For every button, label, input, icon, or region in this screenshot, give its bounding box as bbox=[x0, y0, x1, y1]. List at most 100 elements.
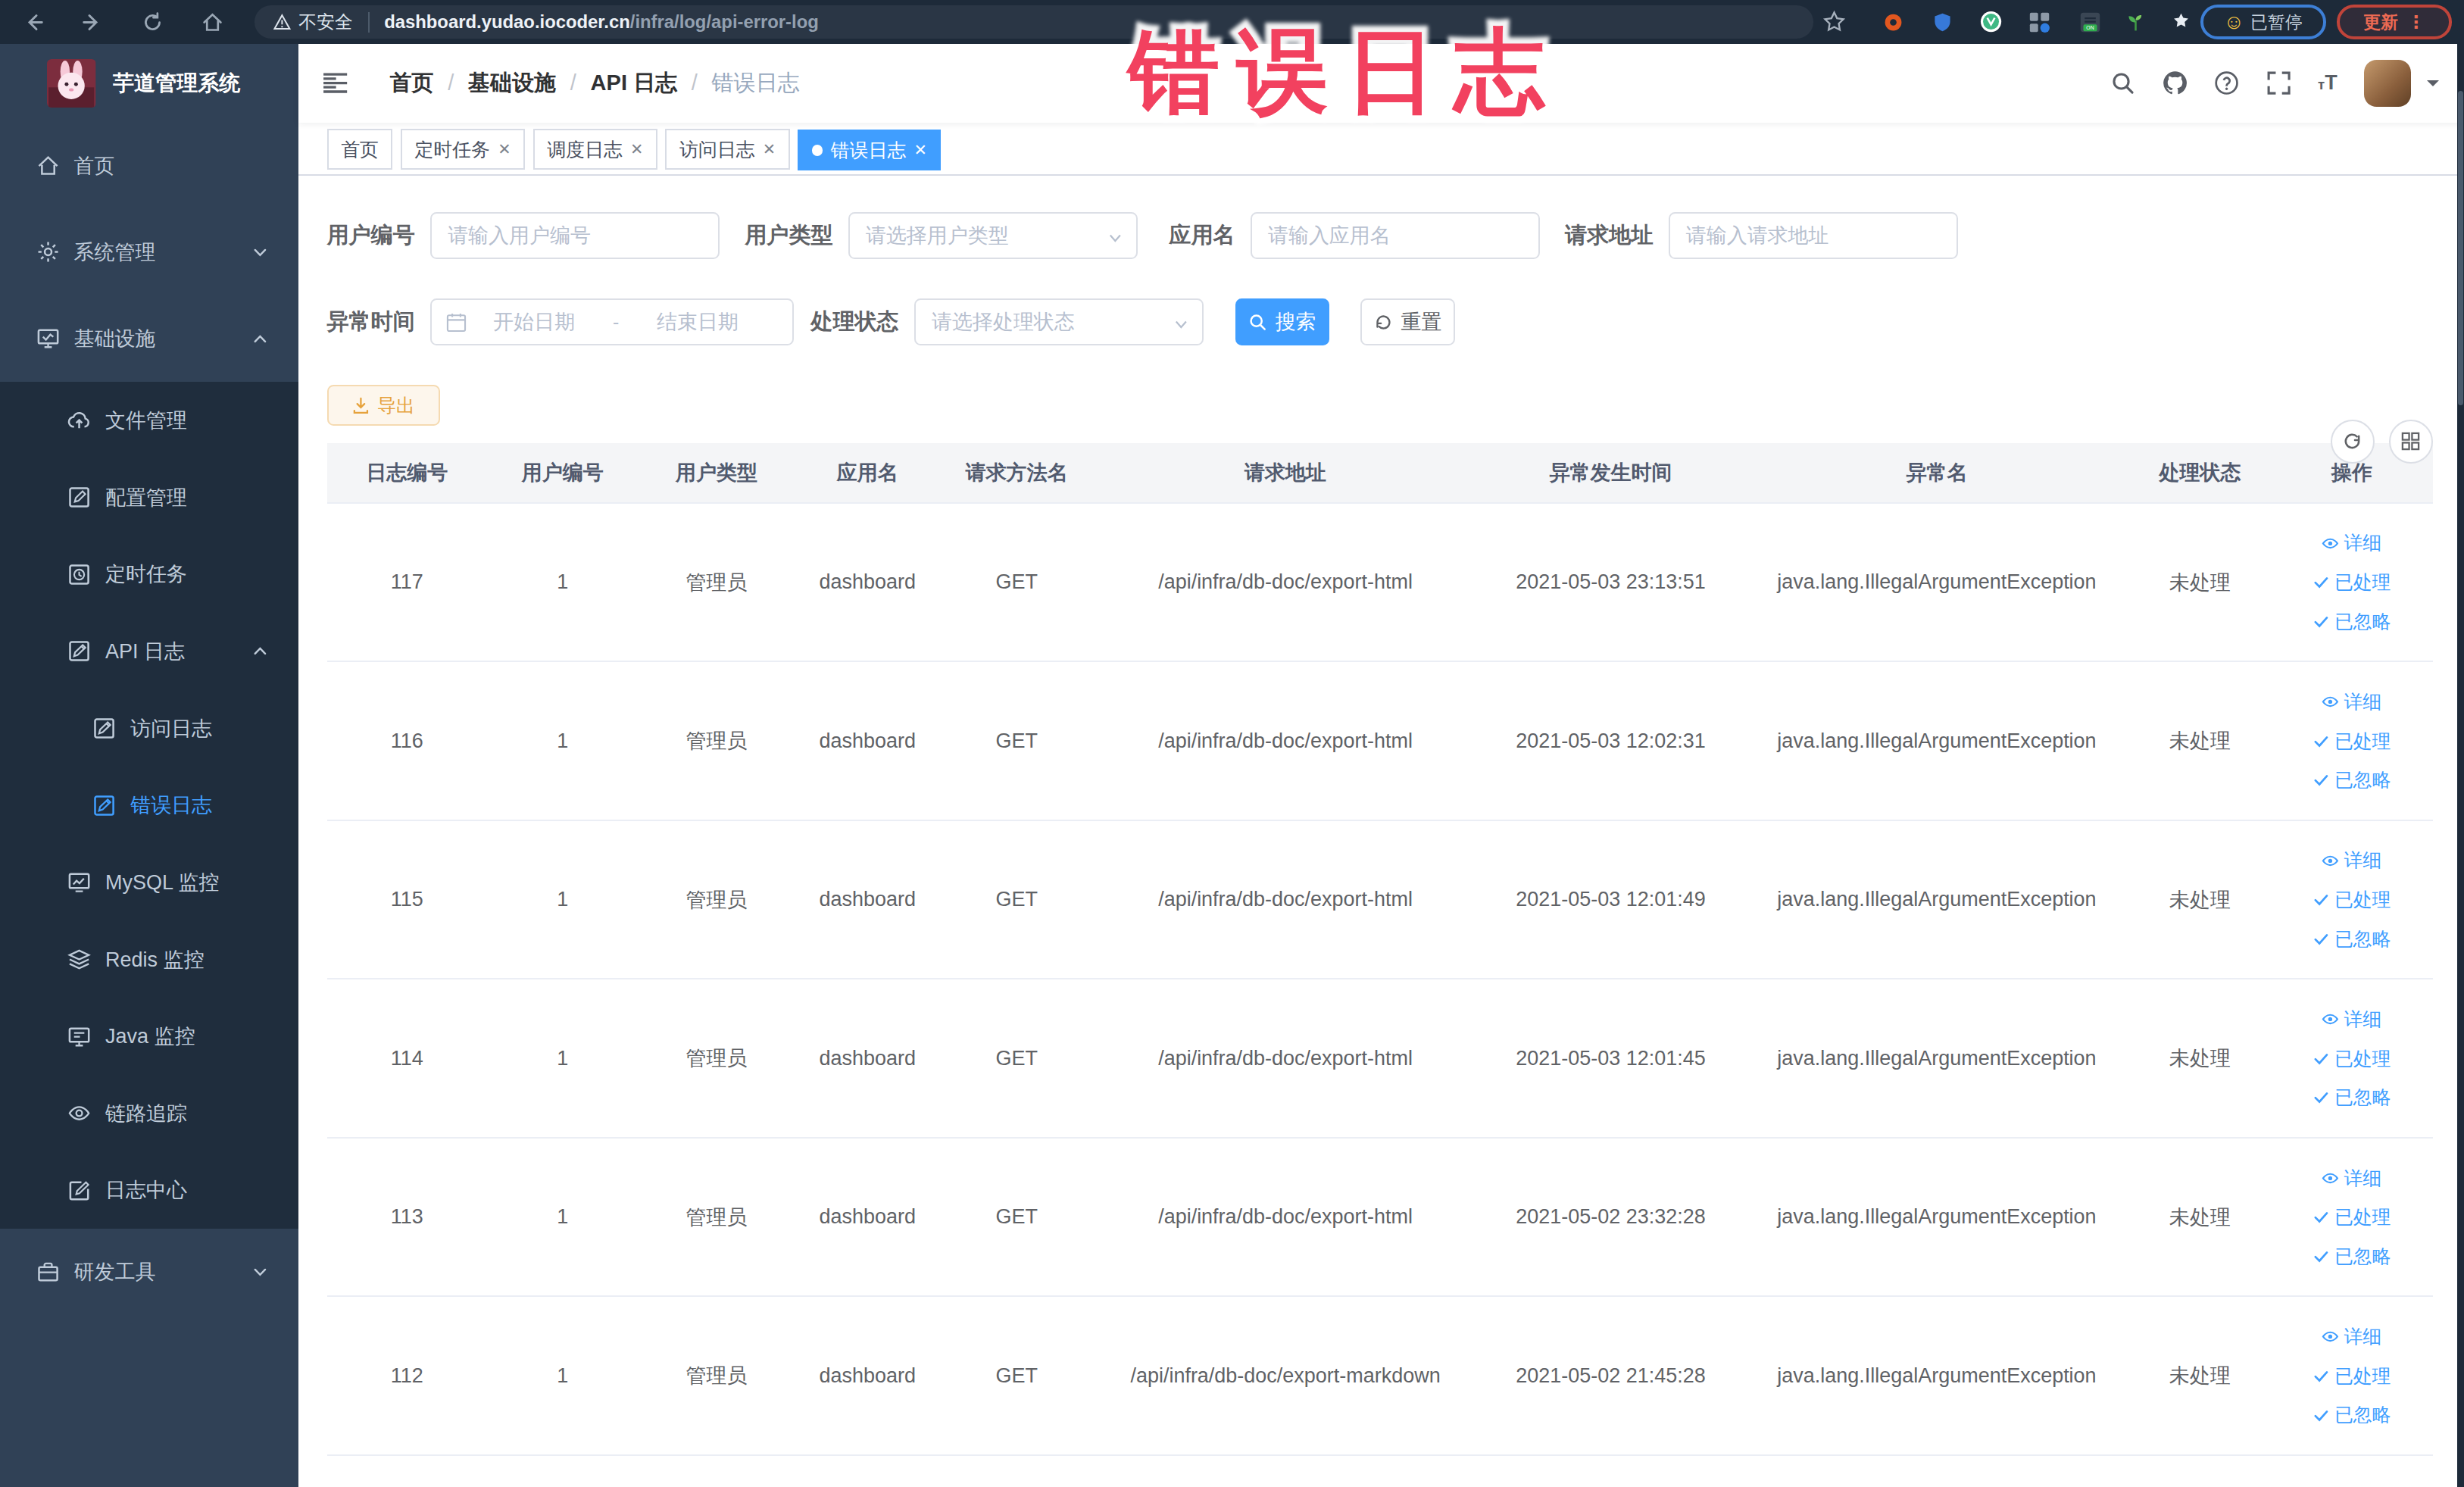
tab-错误日志[interactable]: 错误日志✕ bbox=[798, 130, 941, 170]
sidebar-item-链路追踪[interactable]: 链路追踪 bbox=[0, 1075, 298, 1152]
sidebar-item-Redis-监控[interactable]: Redis 监控 bbox=[0, 921, 298, 998]
profile-paused-badge[interactable]: ☺ 已暂停 bbox=[2200, 5, 2326, 39]
cell-status: 未处理 bbox=[2129, 979, 2271, 1138]
user-type-select[interactable]: 请选择用户类型 bbox=[848, 212, 1138, 259]
action-详细[interactable]: 详细 bbox=[2322, 1166, 2381, 1191]
sidebar-item-配置管理[interactable]: 配置管理 bbox=[0, 459, 298, 536]
breadcrumb-item-基础设施[interactable]: 基础设施 bbox=[468, 68, 556, 98]
action-已处理[interactable]: 已处理 bbox=[2313, 1046, 2391, 1071]
process-status-select[interactable]: 请选择处理状态 bbox=[914, 298, 1204, 345]
breadcrumb-item-首页[interactable]: 首页 bbox=[390, 68, 434, 98]
check-icon bbox=[2313, 573, 2330, 591]
request-url-input[interactable]: 请输入请求地址 bbox=[1669, 212, 1958, 259]
sidebar-toggle-icon[interactable] bbox=[322, 70, 348, 95]
sidebar-item-日志中心[interactable]: 日志中心 bbox=[0, 1152, 298, 1229]
scrollbar-thumb[interactable] bbox=[2458, 91, 2463, 405]
sidebar-item-研发工具[interactable]: 研发工具 bbox=[0, 1229, 298, 1315]
cell-user_id: 1 bbox=[487, 1296, 638, 1455]
refresh-table-button[interactable] bbox=[2331, 420, 2375, 464]
tab-定时任务[interactable]: 定时任务✕ bbox=[401, 129, 525, 170]
table-row-115: 1151管理员dashboardGET/api/infra/db-doc/exp… bbox=[327, 820, 2433, 979]
sidebar-item-错误日志[interactable]: 错误日志 bbox=[0, 767, 298, 844]
action-已处理[interactable]: 已处理 bbox=[2313, 570, 2391, 595]
address-bar[interactable]: 不安全 dashboard.yudao.iocoder.cn/infra/log… bbox=[255, 5, 1813, 39]
action-已忽略[interactable]: 已忽略 bbox=[2313, 609, 2391, 634]
browser-home-icon[interactable] bbox=[198, 8, 226, 36]
tab-首页[interactable]: 首页 bbox=[327, 129, 393, 170]
action-详细[interactable]: 详细 bbox=[2322, 689, 2381, 714]
page-scrollbar[interactable] bbox=[2457, 44, 2464, 1487]
shield-icon[interactable] bbox=[1928, 8, 1957, 36]
switch-on-icon[interactable]: ON bbox=[2076, 8, 2104, 36]
action-已处理[interactable]: 已处理 bbox=[2313, 1204, 2391, 1229]
check-icon bbox=[2313, 1089, 2330, 1106]
reset-button[interactable]: 重置 bbox=[1360, 298, 1454, 345]
sidebar-item-API-日志[interactable]: API 日志 bbox=[0, 613, 298, 690]
close-icon[interactable]: ✕ bbox=[630, 140, 643, 158]
logo-rabbit-avatar bbox=[47, 59, 95, 108]
help-icon[interactable] bbox=[2214, 70, 2239, 95]
cell-status: 未处理 bbox=[2129, 1138, 2271, 1297]
date-range-picker[interactable]: 开始日期 - 结束日期 bbox=[430, 298, 793, 345]
app-name-input[interactable]: 请输入应用名 bbox=[1251, 212, 1540, 259]
sidebar-item-文件管理[interactable]: 文件管理 bbox=[0, 382, 298, 459]
sidebar-item-Java-监控[interactable]: Java 监控 bbox=[0, 998, 298, 1075]
sidebar-item-首页[interactable]: 首页 bbox=[0, 123, 298, 209]
error-log-table: 日志编号用户编号用户类型应用名请求方法名请求地址异常发生时间异常名处理状态操作 … bbox=[327, 443, 2436, 1456]
action-已忽略[interactable]: 已忽略 bbox=[2313, 1402, 2391, 1427]
end-date-input[interactable]: 结束日期 bbox=[630, 308, 765, 336]
action-已忽略[interactable]: 已忽略 bbox=[2313, 767, 2391, 792]
tab-访问日志[interactable]: 访问日志✕ bbox=[665, 129, 789, 170]
sprout-icon[interactable] bbox=[2122, 8, 2150, 36]
search-icon[interactable] bbox=[2110, 70, 2135, 95]
action-详细[interactable]: 详细 bbox=[2322, 530, 2381, 555]
logo[interactable]: 芋道管理系统 bbox=[0, 44, 298, 123]
breadcrumb-item-API-日志[interactable]: API 日志 bbox=[591, 68, 678, 98]
close-icon[interactable]: ✕ bbox=[914, 141, 927, 159]
browser-forward-icon[interactable] bbox=[79, 8, 107, 36]
sidebar-item-基础设施[interactable]: 基础设施 bbox=[0, 295, 298, 382]
tab-调度日志[interactable]: 调度日志✕ bbox=[533, 129, 657, 170]
action-已处理[interactable]: 已处理 bbox=[2313, 887, 2391, 912]
request-url-label: 请求地址 bbox=[1565, 220, 1653, 251]
action-已忽略[interactable]: 已忽略 bbox=[2313, 926, 2391, 951]
github-icon[interactable] bbox=[2163, 70, 2188, 95]
search-button[interactable]: 搜索 bbox=[1235, 298, 1329, 345]
vue-devtools-icon[interactable] bbox=[1977, 8, 2005, 36]
browser-reload-icon[interactable] bbox=[139, 8, 167, 36]
start-date-input[interactable]: 开始日期 bbox=[467, 308, 601, 336]
column-settings-button[interactable] bbox=[2389, 420, 2433, 464]
user-menu-caret-icon[interactable] bbox=[2427, 80, 2439, 92]
action-已忽略[interactable]: 已忽略 bbox=[2313, 1085, 2391, 1110]
cell-method: GET bbox=[940, 1138, 1094, 1297]
font-size-icon[interactable]: тT bbox=[2318, 71, 2338, 95]
close-icon[interactable]: ✕ bbox=[498, 140, 511, 158]
user-id-input[interactable]: 请输入用户编号 bbox=[430, 212, 720, 259]
export-button[interactable]: 导出 bbox=[327, 385, 440, 426]
user-avatar[interactable] bbox=[2364, 60, 2411, 107]
log-center-icon bbox=[67, 1179, 91, 1202]
sidebar-item-定时任务[interactable]: 定时任务 bbox=[0, 536, 298, 613]
action-详细[interactable]: 详细 bbox=[2322, 1007, 2381, 1032]
cell-exception: java.lang.IllegalArgumentException bbox=[1744, 503, 2129, 662]
browser-update-button[interactable]: 更新 ⋮ bbox=[2337, 5, 2451, 39]
action-已处理[interactable]: 已处理 bbox=[2313, 1364, 2391, 1389]
action-已处理[interactable]: 已处理 bbox=[2313, 729, 2391, 754]
browser-menu-icon[interactable]: ⋮ bbox=[2407, 12, 2425, 33]
close-icon[interactable]: ✕ bbox=[763, 140, 776, 158]
monitor-icon bbox=[36, 326, 60, 350]
app-title: 芋道管理系统 bbox=[113, 69, 240, 98]
sidebar-item-MySQL-监控[interactable]: MySQL 监控 bbox=[0, 844, 298, 921]
fullscreen-icon[interactable] bbox=[2266, 70, 2291, 95]
tab-grid-icon[interactable] bbox=[2025, 8, 2053, 36]
browser-back-icon[interactable] bbox=[19, 8, 47, 36]
bookmark-star-icon[interactable] bbox=[1820, 8, 1848, 36]
sidebar-item-系统管理[interactable]: 系统管理 bbox=[0, 209, 298, 295]
security-chip[interactable]: 不安全 bbox=[255, 10, 368, 34]
action-详细[interactable]: 详细 bbox=[2322, 848, 2381, 873]
action-详细[interactable]: 详细 bbox=[2322, 1324, 2381, 1349]
sidebar-item-访问日志[interactable]: 访问日志 bbox=[0, 690, 298, 767]
extension-icon[interactable] bbox=[2167, 8, 2195, 36]
action-已忽略[interactable]: 已忽略 bbox=[2313, 1244, 2391, 1269]
adblock-icon[interactable] bbox=[1879, 8, 1907, 36]
